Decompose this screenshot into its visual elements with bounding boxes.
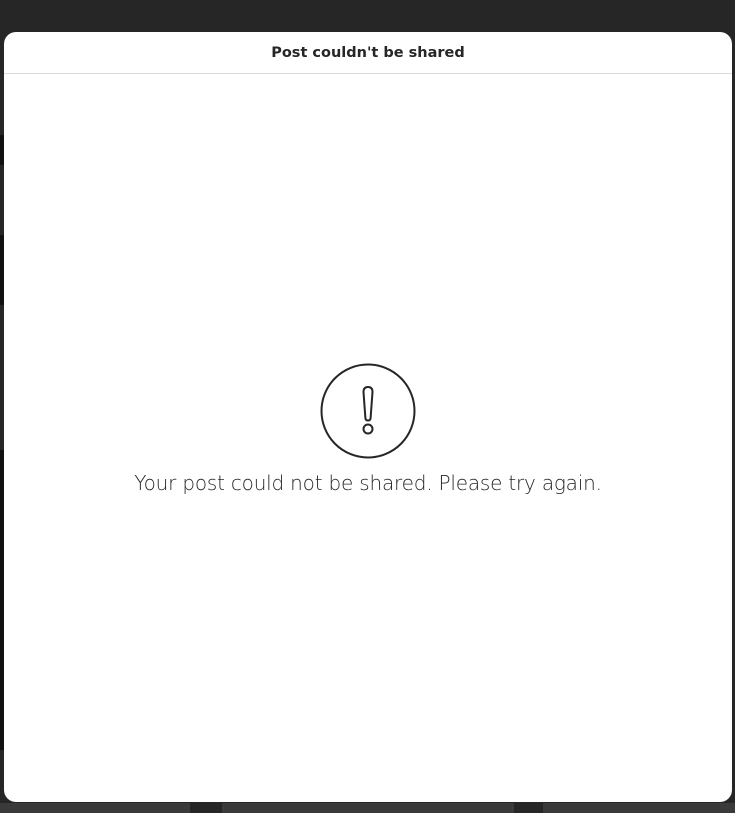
error-message: Your post could not be shared. Please tr… — [134, 471, 602, 495]
background-content — [222, 803, 514, 813]
error-dialog: Post couldn't be shared Your post could … — [4, 32, 732, 802]
dialog-title: Post couldn't be shared — [271, 44, 465, 61]
exclamation-circle-icon — [320, 363, 416, 459]
background-content — [0, 803, 190, 813]
dialog-header: Post couldn't be shared — [4, 32, 732, 74]
background-content — [543, 803, 735, 813]
dialog-body: Your post could not be shared. Please tr… — [4, 75, 732, 802]
